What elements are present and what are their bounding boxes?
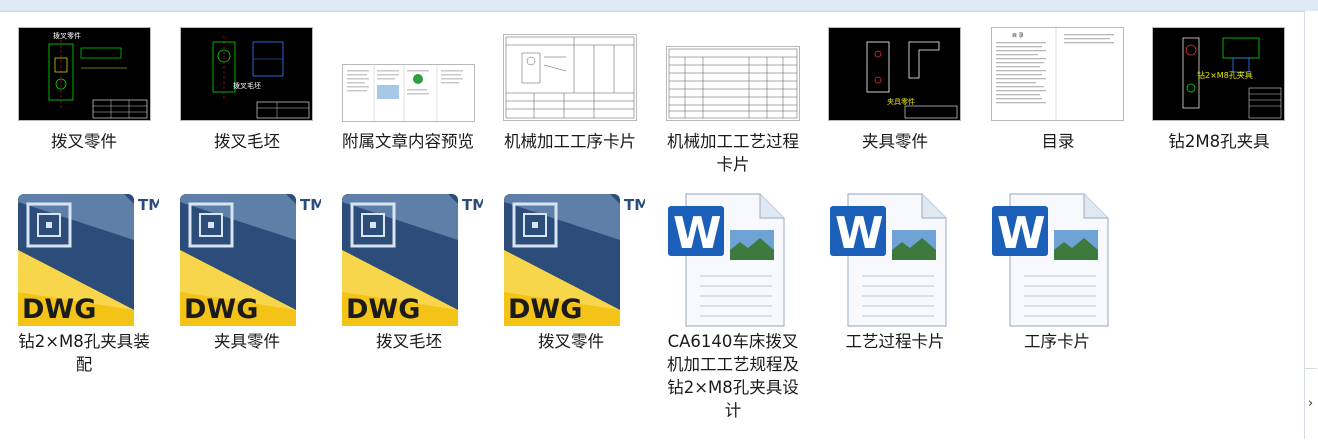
file-name: 附属文章内容预览 xyxy=(342,132,474,151)
word-document-icon: W xyxy=(990,192,1124,328)
file-name: 机械加工工艺过程卡片 xyxy=(667,132,799,174)
file-name: 夹具零件 xyxy=(862,132,928,151)
file-name: 目录 xyxy=(1041,132,1075,151)
word-document-icon: W xyxy=(666,192,800,328)
tm-mark: TM xyxy=(462,196,483,214)
thumb-title: 钻2×M8孔夹具 xyxy=(1197,70,1253,80)
thumb-title: 拨叉零件 xyxy=(53,31,81,40)
file-item[interactable]: 夹具零件 夹具零件 xyxy=(820,27,970,153)
table-thumbnail xyxy=(503,34,637,121)
document-preview-thumbnail xyxy=(342,64,475,122)
file-name: 夹具零件 xyxy=(214,332,280,351)
tm-mark: TM xyxy=(300,196,321,214)
autocad-dwg-file-icon: TM DWG xyxy=(14,192,159,330)
dwg-badge: DWG xyxy=(22,294,96,325)
word-document-icon: W xyxy=(828,192,962,328)
autocad-dwg-file-icon: TM DWG xyxy=(338,192,483,330)
file-item[interactable]: 钻2×M8孔夹具 钻2M8孔夹具 xyxy=(1144,27,1294,153)
svg-text:W: W xyxy=(673,208,722,259)
autocad-dwg-file-icon: TM DWG xyxy=(500,192,645,330)
cad-thumbnail: 夹具零件 xyxy=(828,27,961,121)
file-item[interactable]: TM DWG 拨叉毛坯 xyxy=(334,192,484,353)
table-thumbnail xyxy=(666,46,800,121)
thumb-title: 夹具零件 xyxy=(887,97,915,106)
file-name: 钻2M8孔夹具 xyxy=(1168,132,1270,151)
dwg-badge: DWG xyxy=(508,294,582,325)
file-item[interactable]: 拨叉毛坯 拨叉毛坯 xyxy=(172,27,322,153)
file-name: 钻2×M8孔夹具装配 xyxy=(18,332,150,374)
dwg-badge: DWG xyxy=(346,294,420,325)
file-item[interactable]: 机械加工工艺过程卡片 xyxy=(658,27,808,176)
file-item[interactable]: W 工艺过程卡片 xyxy=(820,192,970,353)
file-name: 工艺过程卡片 xyxy=(845,332,945,351)
autocad-dwg-file-icon: TM DWG xyxy=(176,192,321,330)
file-item[interactable]: TM DWG 夹具零件 xyxy=(172,192,322,353)
file-name: 拨叉零件 xyxy=(538,332,604,351)
file-name: CA6140车床拨叉机加工工艺规程及钻2×M8孔夹具设计 xyxy=(667,332,799,420)
file-item[interactable]: W CA6140车床拨叉机加工工艺规程及钻2×M8孔夹具设计 xyxy=(658,192,808,422)
document-thumbnail: 目 录 xyxy=(991,27,1124,121)
file-item[interactable]: 附属文章内容预览 xyxy=(333,27,483,153)
cad-thumbnail: 钻2×M8孔夹具 xyxy=(1152,27,1285,121)
file-name: 拨叉毛坯 xyxy=(214,132,280,151)
file-item[interactable]: TM DWG 钻2×M8孔夹具装配 xyxy=(9,192,159,376)
thumb-title: 目 录 xyxy=(1012,32,1024,39)
chevron-right-icon[interactable]: › xyxy=(1308,396,1313,411)
cad-thumbnail: 拨叉毛坯 xyxy=(180,27,313,121)
thumb-title: 拨叉毛坯 xyxy=(233,81,261,90)
tm-mark: TM xyxy=(624,196,645,214)
svg-text:W: W xyxy=(835,208,884,259)
file-item[interactable]: TM DWG 拨叉零件 xyxy=(496,192,646,353)
file-name: 拨叉毛坯 xyxy=(376,332,442,351)
tm-mark: TM xyxy=(138,196,159,214)
file-name: 拨叉零件 xyxy=(51,132,117,151)
file-item[interactable]: W 工序卡片 xyxy=(982,192,1132,353)
dwg-badge: DWG xyxy=(184,294,258,325)
file-name: 机械加工工序卡片 xyxy=(504,132,636,151)
file-item[interactable]: 机械加工工序卡片 xyxy=(495,27,645,153)
file-item[interactable]: 目 录 目录 xyxy=(983,27,1133,153)
file-name: 工序卡片 xyxy=(1024,332,1090,351)
top-toolbar-strip xyxy=(0,0,1318,12)
svg-text:W: W xyxy=(997,208,1046,259)
cad-thumbnail: 拨叉零件 xyxy=(18,27,151,121)
file-item[interactable]: 拨叉零件 拨叉零件 xyxy=(9,27,159,153)
